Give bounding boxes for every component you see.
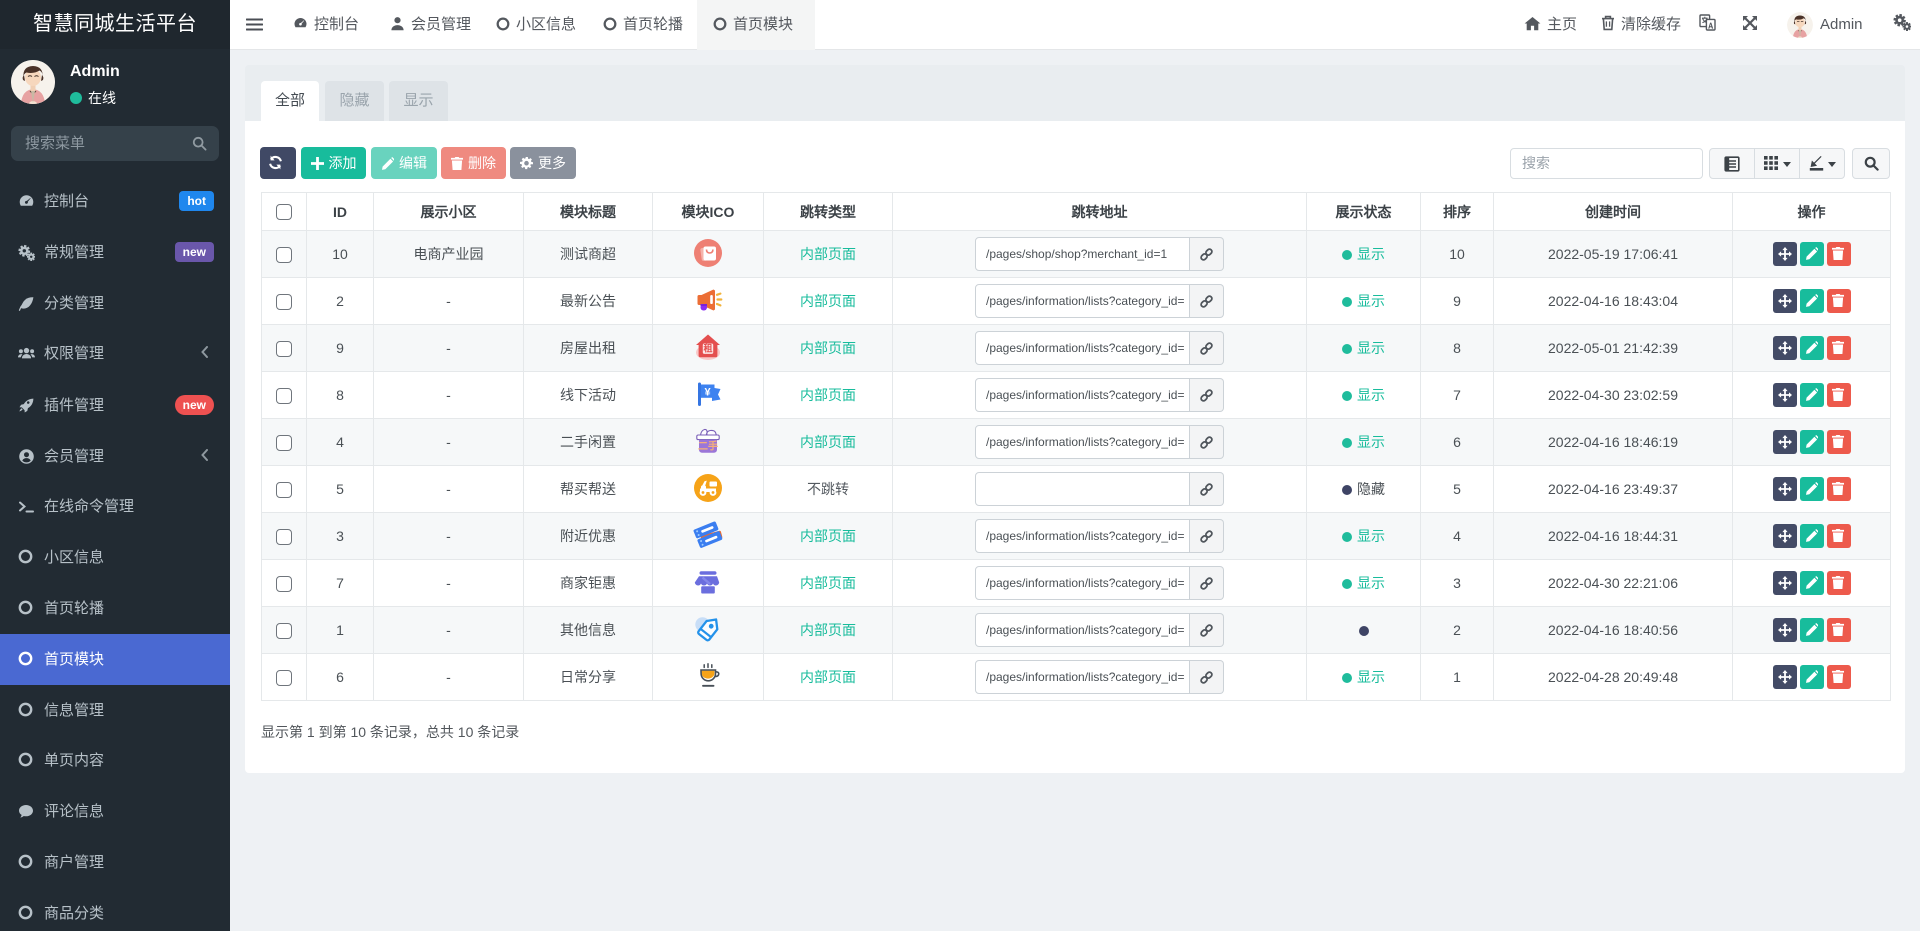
svg-text:¥: ¥	[704, 386, 711, 398]
svg-text:租: 租	[703, 342, 712, 353]
svg-text:二手: 二手	[698, 439, 718, 452]
